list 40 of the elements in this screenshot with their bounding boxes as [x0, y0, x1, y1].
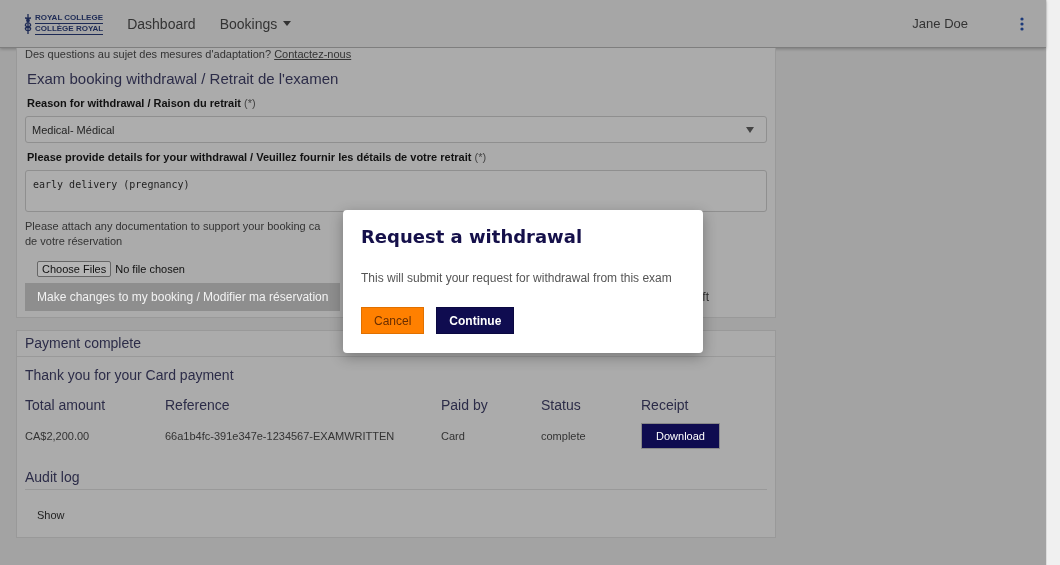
logo[interactable]: ROYAL COLLEGE COLLÈGE ROYAL	[24, 12, 104, 35]
logo-text: ROYAL COLLEGE	[35, 12, 104, 24]
column-header: Receipt	[641, 397, 690, 413]
payment-message: Thank you for your Card payment	[25, 367, 235, 383]
scrollbar[interactable]	[1046, 0, 1060, 565]
show-button[interactable]: Show	[37, 509, 65, 521]
logo-text: COLLÈGE ROYAL	[35, 23, 104, 35]
user-name[interactable]: Jane Doe	[912, 16, 968, 31]
details-textarea[interactable]: early delivery (pregnancy)	[25, 170, 767, 212]
download-button[interactable]: Download	[641, 423, 720, 449]
column-header: Total amount	[25, 397, 107, 413]
column-header: Reference	[165, 397, 231, 413]
caduceus-icon	[24, 13, 32, 34]
instruction-text: Please attach any documentation to support your booking ca	[25, 219, 321, 234]
reason-select[interactable]: Medical- Médical	[25, 116, 767, 143]
nav-link[interactable]: Bookings	[219, 15, 292, 32]
instruction-text: de votre réservation	[25, 234, 123, 249]
column-header: Paid by	[441, 397, 489, 413]
field-label: Please provide details for your withdrawal / Veuillez fournir les détails de votre retrait (*)	[27, 151, 488, 163]
file-status: No file chosen	[115, 263, 185, 275]
dialog-message: This will submit your request for withdrawal from this exam	[361, 271, 673, 285]
cancel-button[interactable]: Cancel	[361, 307, 425, 334]
notice-text: Des questions au sujet des mesures d'adaptation? Contactez-nous	[25, 48, 353, 62]
caret-icon	[283, 21, 292, 26]
table-cell-text: complete	[541, 430, 587, 442]
column-header: Status	[541, 397, 582, 413]
form-title: Exam booking withdrawal / Retrait de l'examen	[27, 70, 340, 87]
field-label: Reason for withdrawal / Raison du retrait (*)	[27, 97, 257, 109]
table-cell-text: 66a1b4fc-391e347e-1234567-EXAMWRITTEN	[165, 430, 396, 442]
choose-files-button[interactable]: Choose Files	[37, 261, 112, 277]
table-cell-text: CA$2,200.00	[25, 430, 91, 442]
table-cell-text: Card	[441, 430, 466, 442]
section-title: Audit log	[25, 469, 767, 490]
dialog-title: Request a withdrawal	[361, 226, 584, 247]
kebab-menu-icon[interactable]	[1020, 16, 1024, 31]
nav-link[interactable]: Dashboard	[127, 15, 196, 32]
continue-button[interactable]: Continue	[436, 307, 515, 334]
dropdown-arrow-icon	[746, 126, 754, 133]
contact-link[interactable]: Contactez-nous	[274, 48, 352, 60]
action-link[interactable]: ft	[702, 290, 709, 304]
